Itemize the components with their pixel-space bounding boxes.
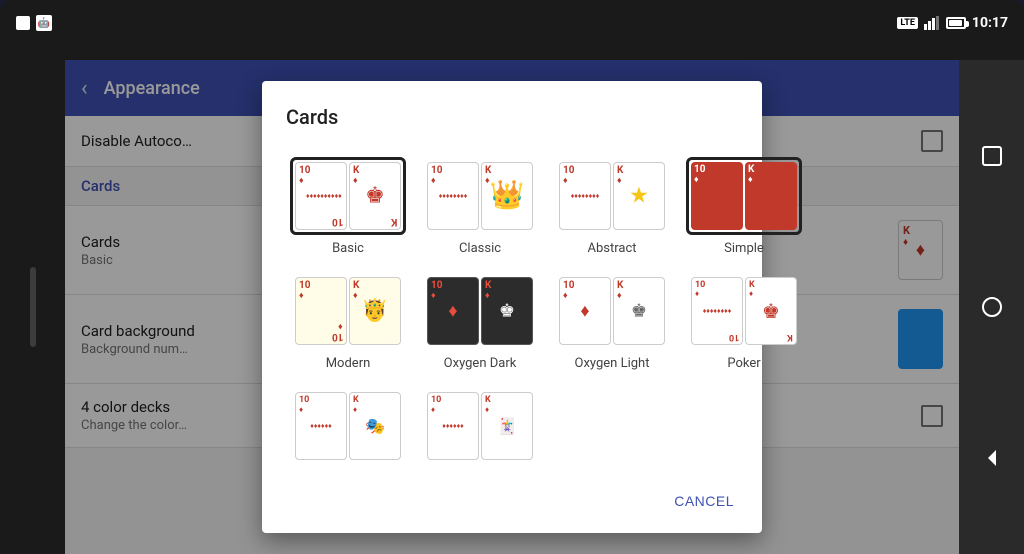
status-icons-left: 🤖 bbox=[16, 15, 52, 31]
card-option-classic[interactable]: 10 ♦ ♦♦♦♦♦♦♦♦ K ♦ 👑 Classic bbox=[418, 153, 542, 260]
notification-icon: 🤖 bbox=[36, 15, 52, 31]
circle-icon bbox=[980, 295, 1004, 319]
modern-card-pair: 10 ♦ ♦ 10 K ♦ 🤴 bbox=[290, 272, 406, 350]
square-icon bbox=[980, 144, 1004, 168]
simple-10-card: 10 ♦ bbox=[691, 162, 743, 230]
card-option-modern[interactable]: 10 ♦ ♦ 10 K ♦ 🤴 bbox=[286, 268, 410, 375]
modern-10-card: 10 ♦ ♦ 10 bbox=[295, 277, 347, 345]
card-option-abstract[interactable]: 10 ♦ ♦♦♦♦♦♦♦♦ K ♦ ★ Abstract bbox=[550, 153, 674, 260]
abstract-king-card: K ♦ ★ bbox=[613, 162, 665, 230]
classic-king-card: K ♦ 👑 bbox=[481, 162, 533, 230]
circle-nav-button[interactable] bbox=[970, 285, 1014, 329]
poker-card-pair: 10 ♦ ♦♦♦♦♦♦♦♦ 10 K ♦ ♚ K bbox=[686, 272, 802, 350]
classic-card-pair: 10 ♦ ♦♦♦♦♦♦♦♦ K ♦ 👑 bbox=[422, 157, 538, 235]
simple-label: Simple bbox=[724, 241, 764, 256]
sim-icon bbox=[16, 16, 30, 30]
classic-10-card: 10 ♦ ♦♦♦♦♦♦♦♦ bbox=[427, 162, 479, 230]
dialog-title: Cards bbox=[262, 105, 762, 145]
battery-icon bbox=[946, 17, 966, 29]
poker-king-card: K ♦ ♚ K bbox=[745, 277, 797, 345]
square-nav-button[interactable] bbox=[970, 134, 1014, 178]
oxygen-light-king-card: K ♦ ♚ bbox=[613, 277, 665, 345]
poker-10-card: 10 ♦ ♦♦♦♦♦♦♦♦ 10 bbox=[691, 277, 743, 345]
poker-label: Poker bbox=[727, 356, 760, 371]
card-grid-row1: 10 ♦ ♦♦♦♦♦♦♦♦♦♦ 10 K ♦ ♚ bbox=[286, 153, 738, 260]
scroll-indicator bbox=[30, 267, 36, 347]
back-nav-button[interactable] bbox=[970, 436, 1014, 480]
card-grid-row2: 10 ♦ ♦ 10 K ♦ 🤴 bbox=[286, 268, 738, 375]
cancel-button[interactable]: CANCEL bbox=[662, 485, 746, 517]
oxygen-dark-10-card: 10 ♦ ♦ bbox=[427, 277, 479, 345]
basic-10-card: 10 ♦ ♦♦♦♦♦♦♦♦♦♦ 10 bbox=[295, 162, 347, 230]
abstract-10-card: 10 ♦ ♦♦♦♦♦♦♦♦ bbox=[559, 162, 611, 230]
simple-king-card: K ♦ bbox=[745, 162, 797, 230]
classic-label: Classic bbox=[459, 241, 501, 256]
oxygen-light-10-card: 10 ♦ ♦ bbox=[559, 277, 611, 345]
card-option-poker[interactable]: 10 ♦ ♦♦♦♦♦♦♦♦ 10 K ♦ ♚ K bbox=[682, 268, 806, 375]
dialog-content: 10 ♦ ♦♦♦♦♦♦♦♦♦♦ 10 K ♦ ♚ bbox=[262, 145, 762, 477]
back-icon bbox=[980, 446, 1004, 470]
lte-badge: LTE bbox=[897, 17, 918, 29]
card-option-oxygen-dark[interactable]: 10 ♦ ♦ K ♦ ♚ Oxygen Dark bbox=[418, 268, 542, 375]
abstract-card-pair: 10 ♦ ♦♦♦♦♦♦♦♦ K ♦ ★ bbox=[554, 157, 670, 235]
modern-label: Modern bbox=[326, 356, 371, 371]
status-bar: 🤖 LTE 10:17 bbox=[0, 8, 1024, 38]
modern-king-card: K ♦ 🤴 bbox=[349, 277, 401, 345]
clock: 10:17 bbox=[972, 15, 1008, 31]
oxygen-dark-label: Oxygen Dark bbox=[444, 356, 517, 371]
row3-2-card-pair: 10 ♦ ♦♦♦♦♦♦ K ♦ 🃏 bbox=[422, 387, 538, 465]
oxygen-light-label: Oxygen Light bbox=[575, 356, 650, 371]
nav-buttons bbox=[959, 60, 1024, 554]
status-icons-right: LTE 10:17 bbox=[897, 15, 1008, 31]
left-edge bbox=[0, 60, 65, 554]
card-option-row3-1[interactable]: 10 ♦ ♦♦♦♦♦♦ K ♦ 🎭 bbox=[286, 383, 410, 469]
device-frame: 🤖 LTE 10:17 ‹ Appearance bbox=[0, 0, 1024, 554]
signal-icon bbox=[924, 16, 940, 30]
oxygen-light-card-pair: 10 ♦ ♦ K ♦ ♚ bbox=[554, 272, 670, 350]
oxygen-dark-card-pair: 10 ♦ ♦ K ♦ ♚ bbox=[422, 272, 538, 350]
basic-label: Basic bbox=[332, 241, 364, 256]
cards-dialog: Cards 10 ♦ ♦♦♦♦♦♦♦♦♦♦ bbox=[262, 81, 762, 533]
dialog-actions: CANCEL bbox=[262, 477, 762, 525]
abstract-label: Abstract bbox=[587, 241, 636, 256]
simple-card-pair: 10 ♦ K ♦ bbox=[686, 157, 802, 235]
card-grid-row3: 10 ♦ ♦♦♦♦♦♦ K ♦ 🎭 bbox=[286, 383, 738, 469]
dialog-overlay: Cards 10 ♦ ♦♦♦♦♦♦♦♦♦♦ bbox=[65, 60, 959, 554]
oxygen-dark-king-card: K ♦ ♚ bbox=[481, 277, 533, 345]
card-option-row3-2[interactable]: 10 ♦ ♦♦♦♦♦♦ K ♦ 🃏 bbox=[418, 383, 542, 469]
app-area: ‹ Appearance Disable Autoco… Cards Cards… bbox=[65, 60, 959, 554]
card-option-basic[interactable]: 10 ♦ ♦♦♦♦♦♦♦♦♦♦ 10 K ♦ ♚ bbox=[286, 153, 410, 260]
basic-card-pair: 10 ♦ ♦♦♦♦♦♦♦♦♦♦ 10 K ♦ ♚ bbox=[290, 157, 406, 235]
basic-king-card: K ♦ ♚ K bbox=[349, 162, 401, 230]
card-option-simple[interactable]: 10 ♦ K ♦ Simple bbox=[682, 153, 806, 260]
card-option-oxygen-light[interactable]: 10 ♦ ♦ K ♦ ♚ Oxygen Light bbox=[550, 268, 674, 375]
row3-1-card-pair: 10 ♦ ♦♦♦♦♦♦ K ♦ 🎭 bbox=[290, 387, 406, 465]
